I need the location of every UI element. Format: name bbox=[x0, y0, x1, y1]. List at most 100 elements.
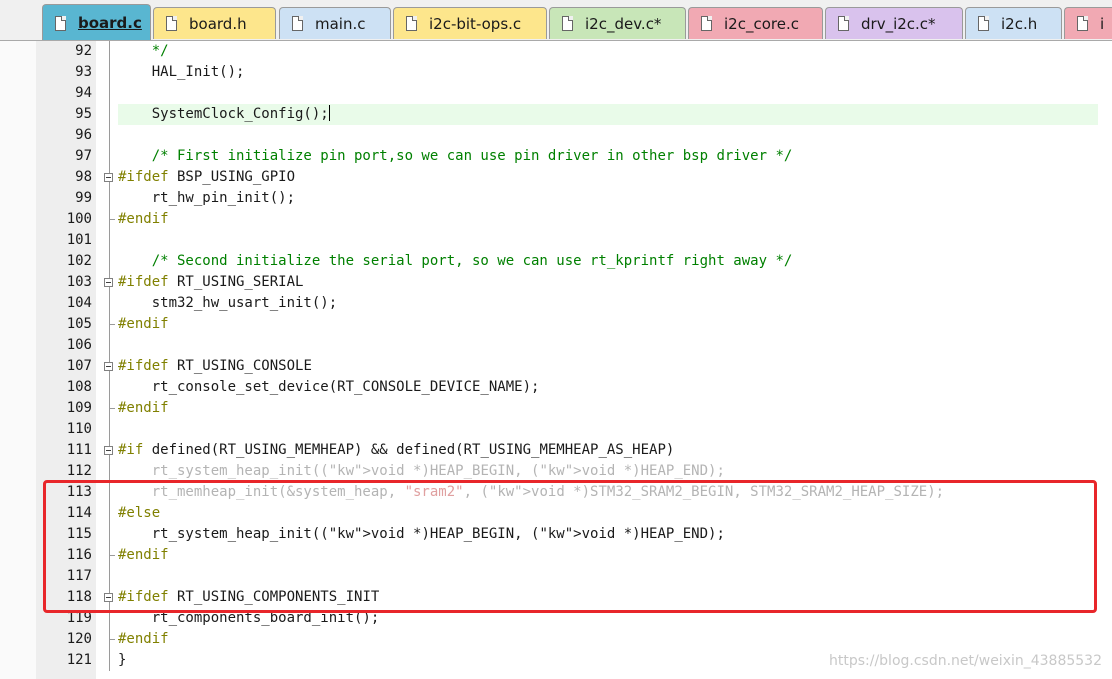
tab-label: drv_i2c.c* bbox=[861, 14, 936, 33]
line-code: #endif bbox=[118, 631, 169, 647]
line-code: rt_system_heap_init(("kw">void *)HEAP_BE… bbox=[118, 463, 725, 479]
code-line: 111 #if defined(RT_USING_MEMHEAP) && def… bbox=[0, 440, 1112, 461]
code-line: 93 HAL_Init(); bbox=[0, 62, 1112, 83]
line-code: #if defined(RT_USING_MEMHEAP) && defined… bbox=[118, 442, 675, 458]
tab-i2c-bit-ops-c[interactable]: i2c-bit-ops.c bbox=[393, 7, 547, 39]
line-code: #endif bbox=[118, 400, 169, 416]
file-icon bbox=[838, 16, 849, 31]
tab-label: i2c_core.c bbox=[724, 14, 799, 33]
code-line: 92 */ bbox=[0, 41, 1112, 62]
tab-board-h[interactable]: board.h bbox=[153, 7, 276, 39]
code-line: 96 bbox=[0, 125, 1112, 146]
tab-main-c[interactable]: main.c bbox=[279, 7, 391, 39]
line-code: /* Second initialize the serial port, so… bbox=[118, 253, 793, 269]
line-number: 103 bbox=[66, 274, 92, 290]
code-line: 104 stm32_hw_usart_init(); bbox=[0, 293, 1112, 314]
file-icon bbox=[166, 16, 177, 31]
code-line: 109 #endif bbox=[0, 398, 1112, 419]
code-line: 101 bbox=[0, 230, 1112, 251]
line-code: #endif bbox=[118, 211, 169, 227]
code-line: 100 #endif bbox=[0, 209, 1112, 230]
code-line: 97 /* First initialize pin port,so we ca… bbox=[0, 146, 1112, 167]
line-number: 106 bbox=[66, 337, 92, 353]
code-line: 120 #endif bbox=[0, 629, 1112, 650]
fold-end-marker bbox=[109, 324, 115, 325]
line-code: } bbox=[118, 652, 127, 668]
line-code-text: SystemClock_Config(); bbox=[118, 106, 329, 122]
line-code: #ifdef RT_USING_SERIAL bbox=[118, 274, 304, 290]
code-line: 102 /* Second initialize the serial port… bbox=[0, 251, 1112, 272]
line-code: /* First initialize pin port,so we can u… bbox=[118, 148, 793, 164]
code-line: 108 rt_console_set_device(RT_CONSOLE_DEV… bbox=[0, 377, 1112, 398]
line-number: 98 bbox=[75, 169, 92, 185]
line-number: 92 bbox=[75, 43, 92, 59]
tab-label: i bbox=[1100, 14, 1105, 33]
tab-label: board.c bbox=[78, 14, 142, 32]
code-line-inactive: 112 rt_system_heap_init(("kw">void *)HEA… bbox=[0, 461, 1112, 482]
line-number: 108 bbox=[66, 379, 92, 395]
line-number: 109 bbox=[66, 400, 92, 416]
line-code: SystemClock_Config(); bbox=[118, 104, 330, 125]
line-number: 93 bbox=[75, 64, 92, 80]
line-number: 102 bbox=[66, 253, 92, 269]
line-code: HAL_Init(); bbox=[118, 64, 245, 80]
line-number: 104 bbox=[66, 295, 92, 311]
fold-toggle-icon[interactable] bbox=[104, 446, 113, 455]
code-line: 106 bbox=[0, 335, 1112, 356]
text-caret bbox=[328, 105, 330, 121]
file-icon bbox=[406, 16, 417, 31]
watermark: https://blog.csdn.net/weixin_43885532 bbox=[828, 653, 1102, 669]
fold-end-marker bbox=[109, 639, 115, 640]
line-number: 105 bbox=[66, 316, 92, 332]
highlight-annotation-box bbox=[43, 480, 1097, 613]
tab-label: main.c bbox=[315, 14, 366, 33]
line-code: rt_hw_pin_init(); bbox=[118, 190, 296, 206]
code-line: 103 #ifdef RT_USING_SERIAL bbox=[0, 272, 1112, 293]
line-number: 94 bbox=[75, 85, 92, 101]
code-line: 110 bbox=[0, 419, 1112, 440]
file-icon bbox=[292, 16, 303, 31]
code-line: 105 #endif bbox=[0, 314, 1112, 335]
tab-i2c-dev-c[interactable]: i2c_dev.c* bbox=[549, 7, 686, 39]
file-icon bbox=[55, 15, 66, 31]
tab-drv-i2c-c[interactable]: drv_i2c.c* bbox=[825, 7, 963, 39]
fold-toggle-icon[interactable] bbox=[104, 173, 113, 182]
file-icon bbox=[1077, 16, 1088, 31]
code-line: 98 #ifdef BSP_USING_GPIO bbox=[0, 167, 1112, 188]
tab-i2c-h[interactable]: i2c.h bbox=[965, 7, 1062, 39]
file-icon bbox=[562, 16, 573, 31]
code-line: 107 #ifdef RT_USING_CONSOLE bbox=[0, 356, 1112, 377]
code-editor[interactable]: 92 */ 93 HAL_Init(); 94 95 SystemClock_C… bbox=[0, 41, 1112, 679]
line-number: 95 bbox=[75, 106, 92, 122]
line-code: */ bbox=[118, 43, 169, 59]
code-line-current: 95 SystemClock_Config(); bbox=[0, 104, 1112, 125]
tab-label: i2c.h bbox=[1001, 14, 1038, 33]
tab-label: i2c-bit-ops.c bbox=[429, 14, 522, 33]
line-number: 107 bbox=[66, 358, 92, 374]
line-number: 99 bbox=[75, 190, 92, 206]
tab-board-c[interactable]: board.c bbox=[42, 4, 151, 40]
fold-toggle-icon[interactable] bbox=[104, 278, 113, 287]
line-code: stm32_hw_usart_init(); bbox=[118, 295, 338, 311]
fold-end-marker bbox=[109, 408, 115, 409]
file-tab-bar: board.c board.h main.c i2c-bit-ops.c i2c… bbox=[0, 0, 1112, 41]
line-code: #ifdef BSP_USING_GPIO bbox=[118, 169, 296, 185]
line-number: 97 bbox=[75, 148, 92, 164]
code-line: 99 rt_hw_pin_init(); bbox=[0, 188, 1112, 209]
code-line: 94 bbox=[0, 83, 1112, 104]
line-number: 111 bbox=[66, 442, 92, 458]
line-number: 110 bbox=[66, 421, 92, 437]
fold-toggle-icon[interactable] bbox=[104, 362, 113, 371]
tab-overflow[interactable]: i bbox=[1064, 7, 1112, 39]
tab-i2c-core-c[interactable]: i2c_core.c bbox=[688, 7, 823, 39]
line-number: 100 bbox=[66, 211, 92, 227]
file-icon bbox=[701, 16, 712, 31]
line-number: 120 bbox=[66, 631, 92, 647]
line-code: #ifdef RT_USING_CONSOLE bbox=[118, 358, 312, 374]
fold-end-marker bbox=[109, 219, 115, 220]
line-number: 101 bbox=[66, 232, 92, 248]
line-number: 96 bbox=[75, 127, 92, 143]
file-icon bbox=[978, 16, 989, 31]
line-number: 121 bbox=[66, 652, 92, 668]
tab-label: i2c_dev.c* bbox=[585, 14, 662, 33]
